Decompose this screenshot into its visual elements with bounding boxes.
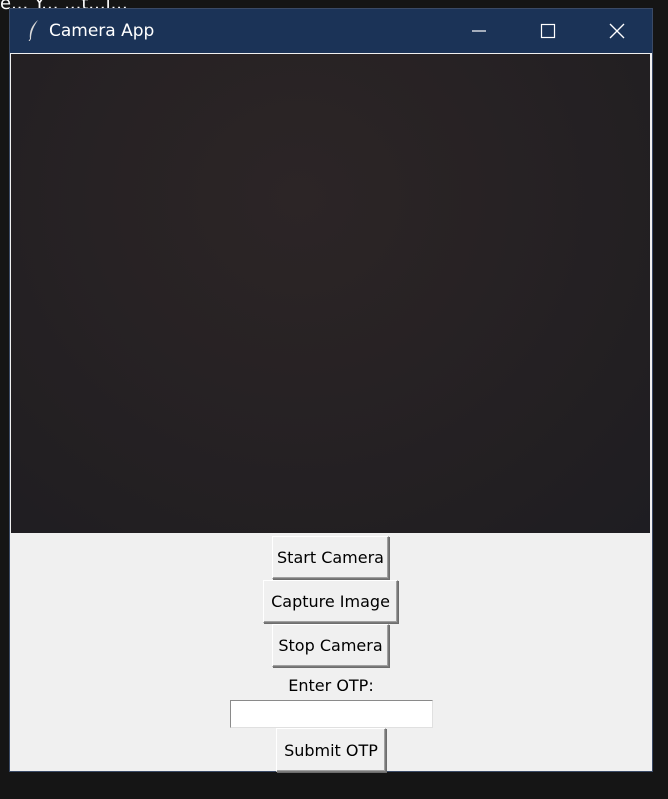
camera-feed — [11, 54, 650, 533]
otp-label: Enter OTP: — [288, 676, 374, 695]
window-title: Camera App — [49, 21, 155, 41]
camera-app-window: Camera App Start Camera Capture Image St… — [9, 8, 653, 772]
close-button[interactable] — [582, 9, 652, 53]
submit-otp-button[interactable]: Submit OTP — [276, 728, 386, 772]
start-camera-button[interactable]: Start Camera — [272, 536, 389, 579]
capture-image-button[interactable]: Capture Image — [263, 580, 398, 623]
otp-input[interactable] — [230, 700, 433, 728]
close-icon — [609, 23, 625, 39]
maximize-icon — [540, 23, 556, 39]
stop-camera-button[interactable]: Stop Camera — [272, 624, 389, 667]
minimize-icon — [472, 30, 486, 32]
title-bar[interactable]: Camera App — [10, 9, 652, 53]
maximize-button[interactable] — [513, 9, 583, 53]
minimize-button[interactable] — [444, 9, 514, 53]
feather-icon — [28, 20, 38, 41]
